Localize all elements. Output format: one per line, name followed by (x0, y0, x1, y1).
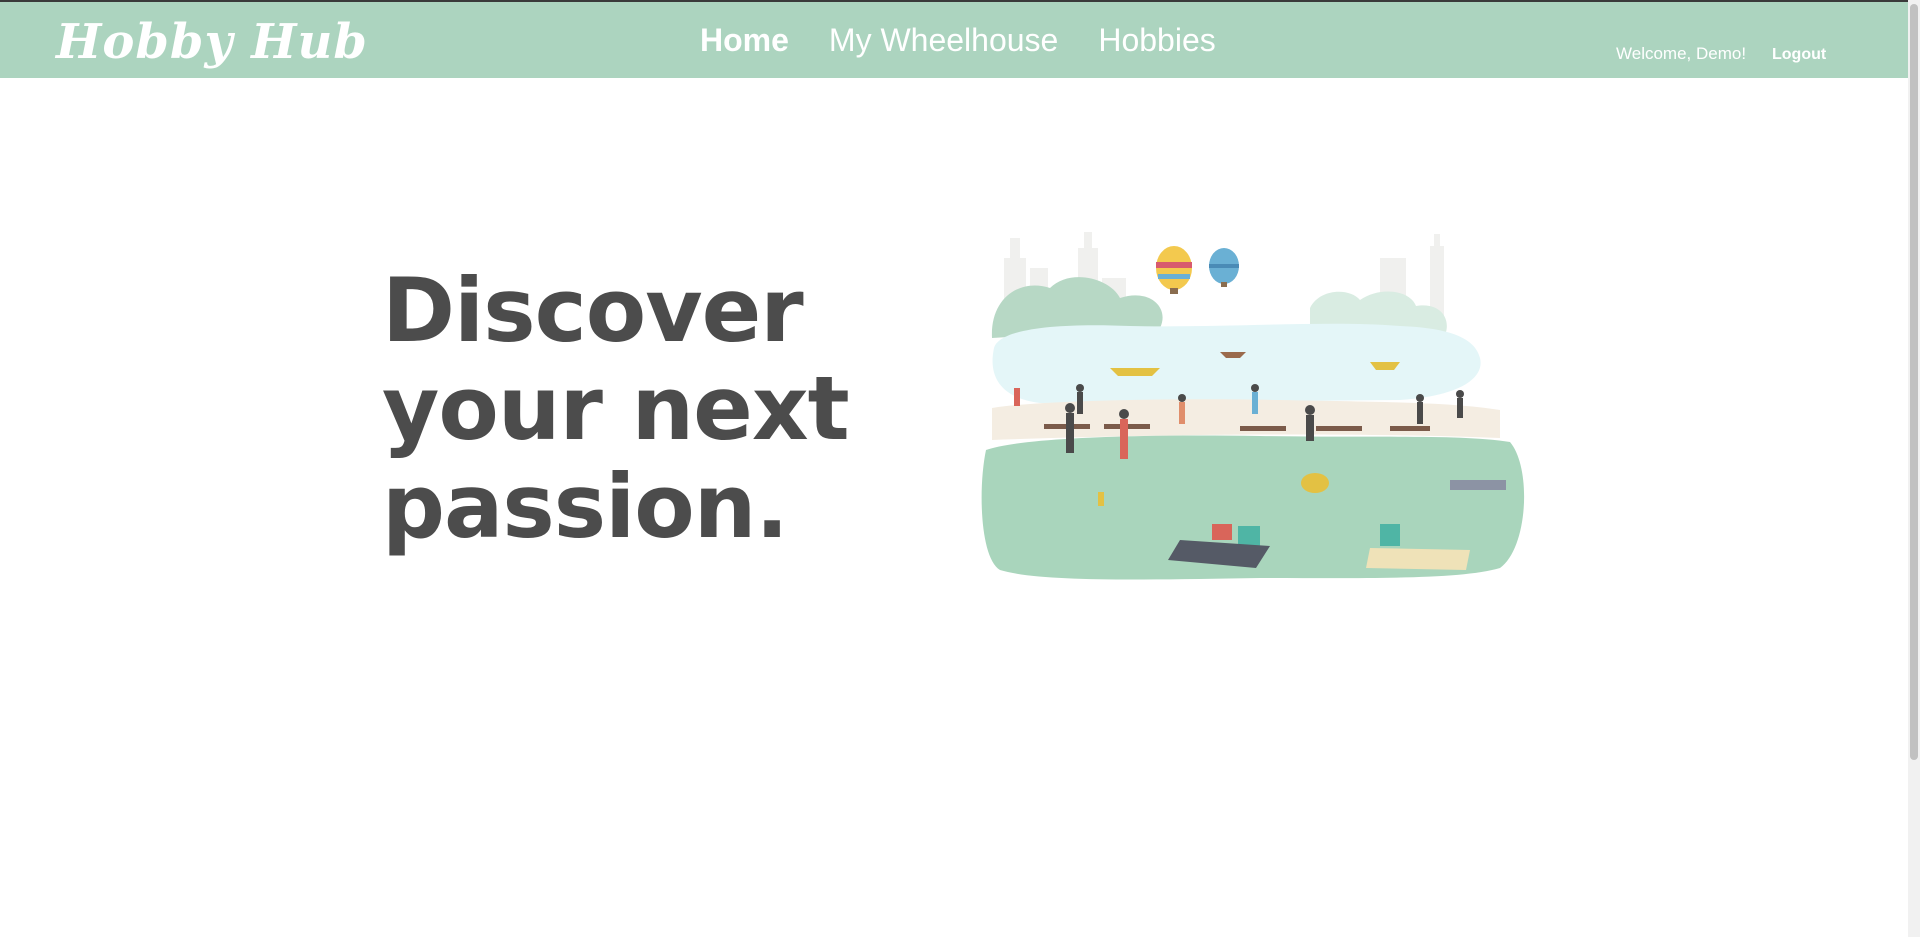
hero-line-3: passion. (382, 455, 789, 558)
navbar: Hobby Hub Home My Wheelhouse Hobbies Wel… (0, 2, 1908, 78)
hot-air-balloons (1156, 246, 1239, 294)
main-nav: Home My Wheelhouse Hobbies (700, 20, 1216, 60)
logout-button[interactable]: Logout (1772, 45, 1826, 65)
hero-line-1: Discover (382, 259, 804, 362)
park-scene-illustration (981, 232, 1525, 580)
welcome-message: Welcome, Demo! (1616, 44, 1747, 63)
hero-heading: Discover your next passion. (382, 259, 850, 558)
scrollbar-thumb[interactable] (1910, 4, 1918, 760)
nav-link-hobbies[interactable]: Hobbies (1098, 20, 1215, 60)
nav-link-home[interactable]: Home (700, 20, 789, 60)
nav-link-my-wheelhouse[interactable]: My Wheelhouse (829, 20, 1058, 60)
lake (992, 323, 1481, 403)
hero-line-2: your next (382, 357, 850, 460)
page-scrollbar[interactable] (1908, 0, 1920, 937)
logo[interactable]: Hobby Hub (56, 10, 368, 74)
